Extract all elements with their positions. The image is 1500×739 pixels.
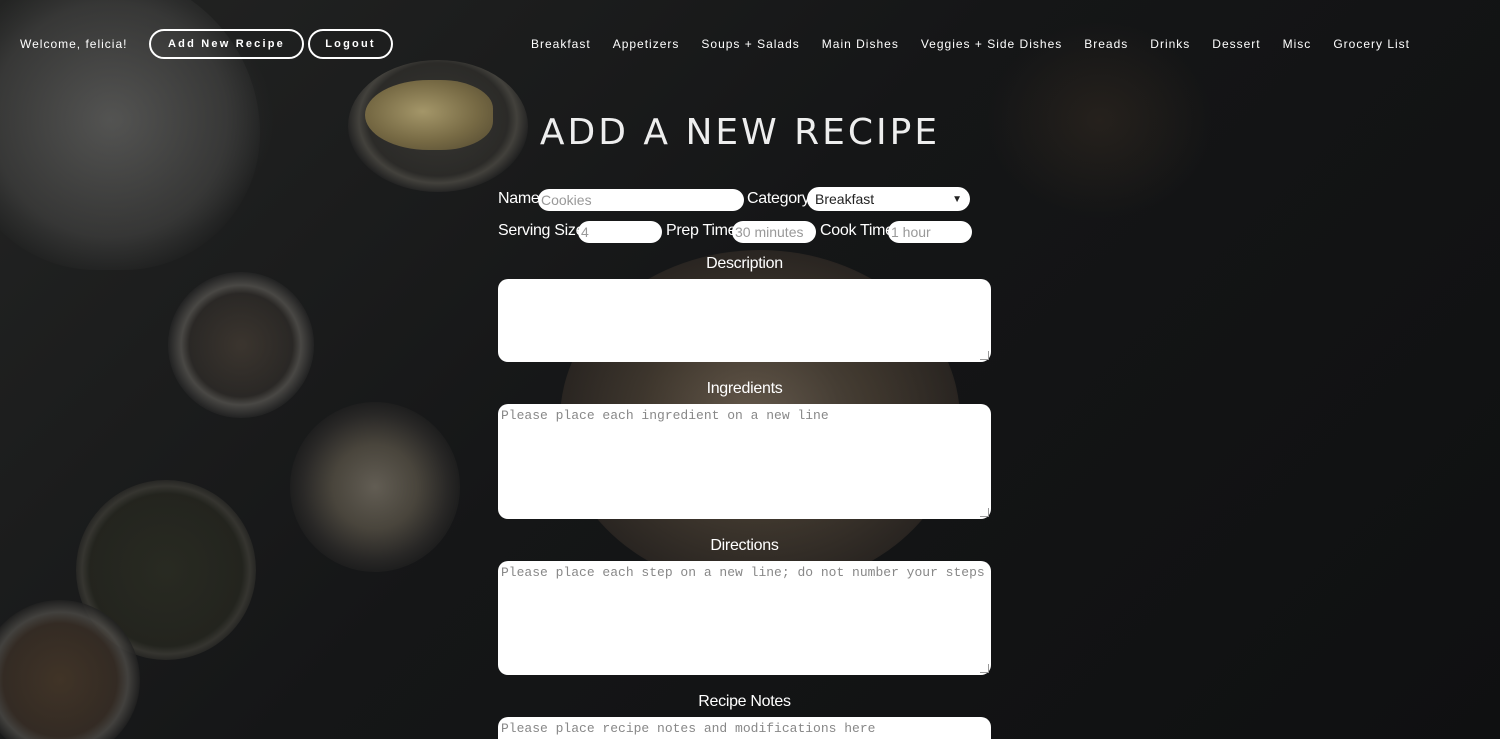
- cook-time-label: Cook Time: [820, 222, 894, 239]
- directions-label: Directions: [710, 537, 779, 554]
- category-label: Category: [747, 190, 810, 207]
- resize-handle-icon[interactable]: [980, 351, 989, 360]
- background-bowl: [168, 272, 314, 418]
- cook-time-input[interactable]: 1 hour: [888, 221, 972, 243]
- recipe-notes-label: Recipe Notes: [698, 693, 791, 710]
- serving-size-label: Serving Size: [498, 222, 585, 239]
- resize-handle-icon[interactable]: [980, 508, 989, 517]
- background-bowl: [290, 402, 460, 572]
- nav-breakfast[interactable]: Breakfast: [531, 37, 591, 51]
- add-new-recipe-button[interactable]: Add New Recipe: [149, 29, 304, 59]
- welcome-text: Welcome, felicia!: [20, 37, 128, 51]
- prep-time-input[interactable]: 30 minutes: [732, 221, 816, 243]
- category-select[interactable]: Breakfast ▼: [807, 187, 970, 211]
- description-label: Description: [706, 255, 783, 272]
- recipe-notes-textarea[interactable]: Please place recipe notes and modificati…: [498, 717, 991, 739]
- nav-veggies-side-dishes[interactable]: Veggies + Side Dishes: [921, 37, 1062, 51]
- dropdown-arrow-icon: ▼: [952, 193, 962, 205]
- nav-main-dishes[interactable]: Main Dishes: [822, 37, 899, 51]
- nav-misc[interactable]: Misc: [1283, 37, 1312, 51]
- logout-button[interactable]: Logout: [308, 29, 393, 59]
- description-textarea[interactable]: [498, 279, 991, 362]
- category-selected-value: Breakfast: [815, 191, 875, 207]
- prep-time-label: Prep Time: [666, 222, 737, 239]
- ingredients-label: Ingredients: [706, 380, 783, 397]
- page-title: ADD A NEW RECIPE: [539, 112, 941, 153]
- directions-placeholder: Please place each step on a new line; do…: [501, 565, 985, 580]
- nav-grocery-list[interactable]: Grocery List: [1333, 37, 1410, 51]
- resize-handle-icon[interactable]: [980, 664, 989, 673]
- ingredients-textarea[interactable]: Please place each ingredient on a new li…: [498, 404, 991, 519]
- ingredients-placeholder: Please place each ingredient on a new li…: [501, 408, 829, 423]
- recipe-notes-placeholder: Please place recipe notes and modificati…: [501, 721, 876, 736]
- nav-appetizers[interactable]: Appetizers: [613, 37, 680, 51]
- nav-drinks[interactable]: Drinks: [1150, 37, 1190, 51]
- serving-size-input[interactable]: 4: [578, 221, 662, 243]
- page-background: Welcome, felicia! Add New Recipe Logout …: [0, 0, 1500, 739]
- category-nav: Breakfast Appetizers Soups + Salads Main…: [509, 37, 1410, 51]
- name-label: Name: [498, 190, 540, 207]
- nav-breads[interactable]: Breads: [1084, 37, 1128, 51]
- name-input[interactable]: Cookies: [538, 189, 744, 211]
- nav-soups-salads[interactable]: Soups + Salads: [701, 37, 799, 51]
- directions-textarea[interactable]: Please place each step on a new line; do…: [498, 561, 991, 675]
- nav-dessert[interactable]: Dessert: [1212, 37, 1260, 51]
